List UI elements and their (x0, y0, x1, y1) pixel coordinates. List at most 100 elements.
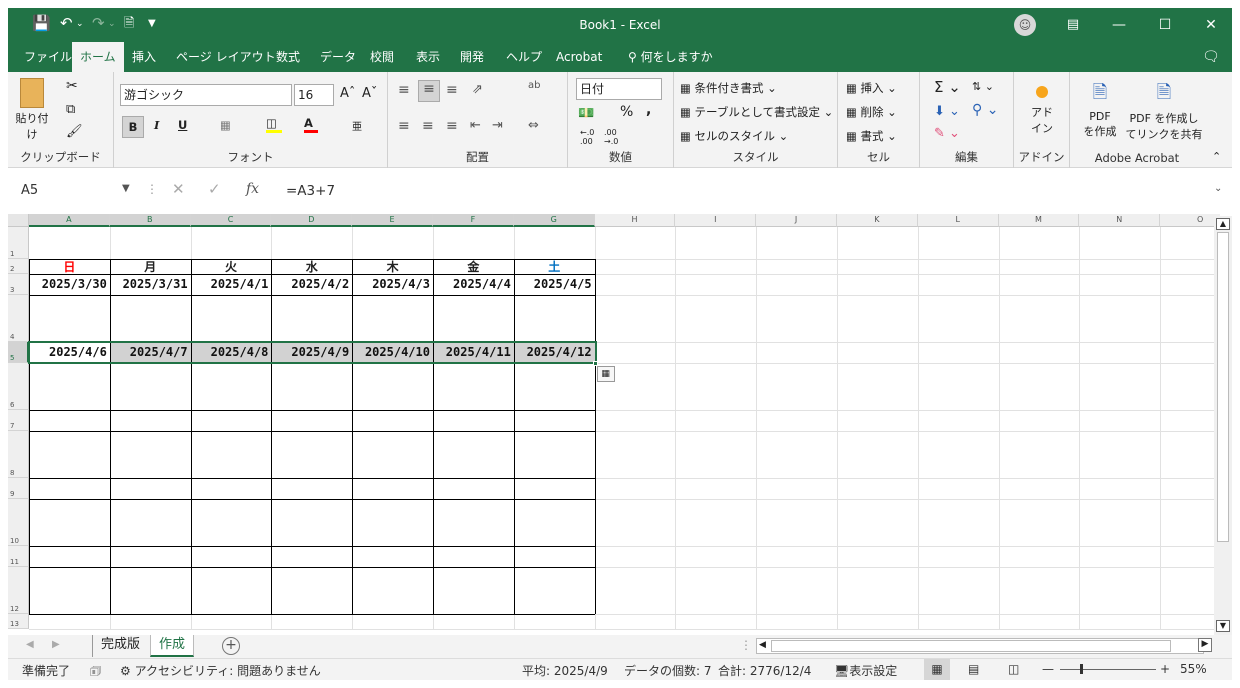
row-header-9[interactable]: 9 (8, 478, 29, 499)
zoom-slider[interactable] (1060, 664, 1156, 674)
tell-me-search[interactable]: ⚲ 何をしますか (620, 42, 721, 72)
maximize-icon[interactable]: ☐ (1142, 8, 1188, 42)
select-all-corner[interactable] (8, 214, 29, 227)
date-cell[interactable]: 2025/3/31 (110, 274, 191, 295)
name-box-dropdown-icon[interactable]: ▼ (122, 183, 130, 194)
increase-decimal-icon[interactable]: ←.0.00 (580, 128, 594, 146)
font-name-combo[interactable]: 游ゴシック (120, 84, 292, 106)
tab-home[interactable]: ホーム (72, 42, 124, 73)
borders-icon[interactable]: ▦ (220, 118, 231, 132)
column-header-j[interactable]: J (756, 214, 837, 227)
cut-icon[interactable]: ✂ (66, 78, 78, 94)
tab-data[interactable]: データ (312, 42, 364, 72)
row-header-7[interactable]: 7 (8, 410, 29, 431)
page-layout-view-icon[interactable]: ▤ (968, 662, 979, 676)
bold-button[interactable]: B (122, 116, 144, 138)
expand-formula-icon[interactable]: ⌄ (1214, 183, 1222, 194)
accessibility-status[interactable]: ⚙ アクセシビリティ: 問題ありません (120, 662, 321, 679)
fill-color-icon[interactable]: ◫ (266, 116, 282, 133)
decrease-indent-icon[interactable]: ⇤ (470, 118, 481, 133)
create-pdf-button[interactable]: 🗎 PDF を作成 (1076, 80, 1124, 139)
column-header-e[interactable]: E (352, 214, 433, 227)
vertical-scroll-thumb[interactable] (1217, 232, 1229, 542)
column-header-i[interactable]: I (675, 214, 757, 227)
scroll-left-icon[interactable]: ◀ (759, 640, 766, 650)
create-share-pdf-button[interactable]: 🗎 PDF を作成し てリンクを共有 (1124, 80, 1204, 142)
clear-icon[interactable]: ✎ ⌄ (934, 126, 960, 141)
weekday-cell[interactable]: 土 (514, 260, 595, 275)
tab-acrobat[interactable]: Acrobat (548, 42, 610, 72)
column-header-c[interactable]: C (190, 214, 272, 227)
normal-view-icon[interactable]: ▦ (924, 659, 950, 680)
scroll-right-icon[interactable]: ▶ (1198, 638, 1212, 652)
vertical-scrollbar[interactable]: ▲ ▼ (1214, 216, 1232, 636)
column-header-m[interactable]: M (998, 214, 1080, 227)
insert-cells-button[interactable]: ▦ 挿入 ⌄ (846, 80, 897, 96)
tab-view[interactable]: 表示 (408, 42, 448, 72)
quick-analysis-icon[interactable]: ▦ (596, 366, 615, 382)
align-bottom-icon[interactable]: ≡ (446, 82, 458, 98)
tab-splitter-icon[interactable]: ⋮ (740, 638, 752, 652)
column-header-k[interactable]: K (837, 214, 918, 227)
date-cell[interactable]: 2025/4/4 (433, 274, 514, 295)
tab-file[interactable]: ファイル (16, 42, 80, 72)
row-header-2[interactable]: 2 (8, 259, 29, 274)
minimize-icon[interactable]: — (1096, 8, 1142, 42)
tab-developer[interactable]: 開発 (452, 42, 492, 72)
zoom-in-icon[interactable]: + (1160, 662, 1170, 676)
date-cell[interactable]: 2025/4/9 (271, 342, 352, 363)
zoom-level[interactable]: 55% (1180, 662, 1207, 676)
zoom-out-icon[interactable]: — (1042, 662, 1054, 676)
column-header-l[interactable]: L (917, 214, 999, 227)
font-color-icon[interactable]: A (304, 116, 318, 133)
date-cell[interactable]: 2025/4/5 (514, 274, 595, 295)
format-painter-icon[interactable]: 🖌 (66, 124, 83, 139)
date-cell[interactable]: 2025/4/12 (514, 342, 595, 363)
column-header-h[interactable]: H (594, 214, 676, 227)
weekday-cell[interactable]: 月 (110, 260, 191, 275)
addins-button[interactable]: アド イン (1022, 82, 1062, 136)
weekday-cell[interactable]: 火 (191, 260, 272, 275)
formula-input[interactable]: =A3+7 (286, 178, 335, 204)
zoom-slider-thumb[interactable] (1080, 664, 1083, 674)
decrease-decimal-icon[interactable]: .00 →.0 (604, 128, 618, 146)
tab-page-layout[interactable]: ページ レイアウト (168, 42, 284, 72)
column-header-o[interactable]: O (1160, 214, 1220, 227)
comma-icon[interactable]: , (646, 102, 651, 118)
decrease-font-icon[interactable]: Aˇ (362, 86, 377, 101)
collapse-ribbon-icon[interactable]: ⌃ (1212, 150, 1221, 163)
prev-sheet-icon[interactable]: ◀ (26, 639, 34, 650)
date-cell[interactable]: 2025/4/8 (191, 342, 272, 363)
weekday-cell[interactable]: 木 (352, 260, 433, 275)
horizontal-scrollbar[interactable]: ◀ (756, 638, 1204, 654)
page-break-view-icon[interactable]: ◫ (1008, 662, 1019, 676)
date-cell[interactable]: 2025/4/7 (110, 342, 191, 363)
scroll-down-icon[interactable]: ▼ (1216, 620, 1230, 632)
autosum-icon[interactable]: Σ ⌄ (934, 78, 961, 96)
date-cell[interactable]: 2025/4/2 (271, 274, 352, 295)
italic-button[interactable]: I (154, 118, 159, 132)
date-cell[interactable]: 2025/4/1 (191, 274, 272, 295)
align-top-icon[interactable]: ≡ (398, 82, 410, 98)
tab-insert[interactable]: 挿入 (124, 42, 164, 72)
delete-cells-button[interactable]: ▦ 削除 ⌄ (846, 104, 897, 120)
column-header-n[interactable]: N (1079, 214, 1161, 227)
column-header-g[interactable]: G (513, 214, 595, 227)
row-header-4[interactable]: 4 (8, 295, 29, 342)
column-header-d[interactable]: D (271, 214, 353, 227)
horizontal-scroll-thumb[interactable] (771, 640, 1171, 652)
conditional-formatting-button[interactable]: ▦ 条件付き書式 ⌄ (680, 80, 777, 96)
row-header-12[interactable]: 12 (8, 567, 29, 614)
row-header-5[interactable]: 5 (8, 342, 29, 363)
sort-filter-icon[interactable]: ⇅ ⌄ (972, 80, 994, 93)
accounting-icon[interactable]: 💵 (578, 106, 594, 121)
insert-function-icon[interactable]: fx (246, 181, 259, 197)
cell-styles-button[interactable]: ▦ セルのスタイル ⌄ (680, 128, 788, 144)
date-cell[interactable]: 2025/4/3 (352, 274, 433, 295)
account-avatar[interactable]: ☺ (1014, 14, 1036, 36)
weekday-cell[interactable]: 水 (271, 260, 352, 275)
copy-icon[interactable]: ⧉ (66, 102, 75, 117)
underline-button[interactable]: U (178, 118, 187, 132)
comments-icon[interactable]: 🗨 (1194, 42, 1228, 72)
close-icon[interactable]: ✕ (1188, 8, 1234, 42)
